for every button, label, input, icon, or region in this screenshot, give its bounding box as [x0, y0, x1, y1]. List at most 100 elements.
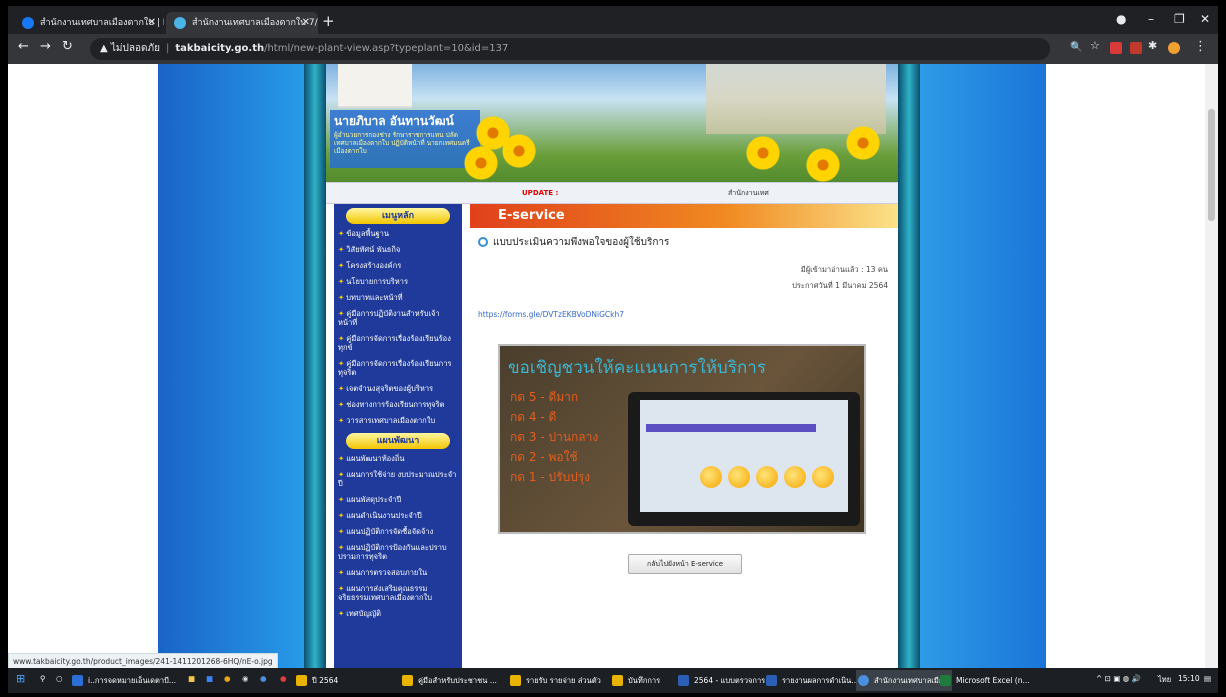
bullet-icon: ✦	[338, 359, 345, 368]
sidebar-item[interactable]: ✦ คู่มือการปฏิบัติงานสำหรับเจ้าหน้าที่	[334, 306, 462, 331]
post-title-row: แบบประเมินความพึงพอใจของผู้ใช้บริการ	[478, 235, 669, 250]
search-icon[interactable]: ⚲	[40, 674, 46, 683]
app-icon[interactable]: ●	[260, 674, 267, 683]
sidebar-item[interactable]: ✦ เจตจำนงสุจริตของผู้บริหาร	[334, 381, 462, 397]
banner-photo	[338, 64, 412, 108]
scrollbar-thumb[interactable]	[1208, 109, 1215, 221]
forward-icon[interactable]: →	[40, 39, 51, 54]
sidebar-item[interactable]: ✦ แผนปฏิบัติการจัดซื้อจัดจ้าง	[334, 524, 462, 540]
banner-temple-image	[706, 64, 886, 134]
tab-title: สำนักงานเทศบาลเมืองตากใบ | Faceb	[40, 18, 164, 28]
minimize-icon[interactable]: –	[1148, 12, 1154, 26]
post-title: แบบประเมินความพึงพอใจของผู้ใช้บริการ	[493, 237, 670, 248]
menu-icon[interactable]: ⋮	[1194, 39, 1207, 54]
taskbar: ⊞ ⚲ ○ i..การจดหมายเอ็นเดตาบี... ■ ■ ● ◉ …	[8, 668, 1218, 693]
sidebar-item[interactable]: ✦ เทศบัญญัติ	[334, 606, 462, 622]
sidebar-item[interactable]: ✦ แผนการใช้จ่าย งบประมาณประจำปี	[334, 467, 462, 492]
zoom-icon[interactable]: 🔍	[1070, 42, 1082, 53]
bullet-icon: ✦	[338, 454, 345, 463]
folder-icon[interactable]: ■	[188, 674, 195, 683]
sidebar-item[interactable]: ✦ วิสัยทัศน์ พันธกิจ	[334, 242, 462, 258]
windows-start-icon[interactable]: ⊞	[16, 672, 25, 685]
language-indicator[interactable]: ไทย	[1158, 674, 1171, 686]
notification-icon[interactable]: ▤	[1204, 674, 1211, 683]
close-tab-icon[interactable]: ✕	[302, 12, 310, 34]
taskbar-item[interactable]: Microsoft Excel (n...	[938, 670, 1038, 691]
sidebar-item[interactable]: ✦ คู่มือการจัดการเรื่องร้องเรียนการทุจริต	[334, 356, 462, 381]
app-icon[interactable]: ●	[224, 674, 231, 683]
app-icon[interactable]: ◉	[242, 674, 249, 683]
close-window-icon[interactable]: ✕	[1200, 12, 1210, 26]
bullet-icon: ✦	[338, 416, 345, 425]
taskbar-item[interactable]: ปี 2564	[294, 670, 374, 691]
divider: |	[165, 43, 170, 54]
taskbar-item[interactable]: คู่มือสำหรับประชาชน ...	[400, 670, 504, 691]
sidebar-item[interactable]: ✦ แผนการส่งเสริมคุณธรรม จริยธรรมเทศบาลเมื…	[334, 581, 462, 606]
extension-icon[interactable]	[1130, 42, 1142, 54]
smiley-icon	[700, 466, 722, 488]
sidebar-item[interactable]: ✦ แผนพัสดุประจำปี	[334, 492, 462, 508]
word-icon	[678, 675, 689, 686]
sidebar-item[interactable]: ✦ บทบาทและหน้าที่	[334, 290, 462, 306]
sidebar-item[interactable]: ✦ แผนดำเนินงานประจำปี	[334, 508, 462, 524]
taskbar-item[interactable]: i..การจดหมายเอ็นเดตาบี...	[70, 670, 182, 691]
scrollbar[interactable]	[1205, 64, 1218, 668]
sidebar-item[interactable]: ✦ แผนการตรวจสอบภายใน	[334, 565, 462, 581]
sidebar-item[interactable]: ✦ คู่มือการจัดการเรื่องร้องเรียนร้องทุกข์	[334, 331, 462, 356]
address-bar[interactable]: ▲ ไม่ปลอดภัย | takbaicity.go.th/html/new-p…	[90, 38, 1050, 60]
taskbar-item[interactable]: บันทึกการ	[610, 670, 672, 691]
smiley-icon	[756, 466, 778, 488]
new-tab-button[interactable]: +	[322, 12, 335, 30]
word-icon	[766, 675, 777, 686]
bullet-icon: ✦	[338, 293, 345, 302]
puzzle-icon[interactable]: ✱	[1148, 39, 1157, 52]
extension-icon[interactable]	[1110, 42, 1122, 54]
security-label: ไม่ปลอดภัย	[110, 43, 160, 54]
tab-facebook[interactable]: สำนักงานเทศบาลเมืองตากใบ | Faceb ✕	[14, 12, 164, 34]
back-to-eservice-button[interactable]: กลับไปยังหน้า E-service	[628, 554, 742, 574]
sidebar-item[interactable]: ✦ แผนพัฒนาท้องถิ่น	[334, 451, 462, 467]
warning-icon: ▲	[100, 43, 111, 54]
facebook-icon	[22, 17, 34, 29]
tab-bar: สำนักงานเทศบาลเมืองตากใบ | Faceb ✕ สำนัก…	[8, 6, 1218, 34]
survey-poster-image[interactable]: ขอเชิญชวนให้คะแนนการให้บริการ กด 5 - ดีม…	[498, 344, 866, 534]
bullet-icon: ✦	[338, 527, 345, 536]
profile-icon[interactable]: ●	[1116, 12, 1126, 26]
right-pillar	[898, 64, 920, 668]
task-view-icon[interactable]: ○	[56, 674, 63, 683]
tab-active[interactable]: สำนักงานเทศบาลเมืองตากใบ 7/55 หมู่ ✕	[166, 12, 318, 34]
avatar[interactable]	[1168, 42, 1180, 54]
form-link[interactable]: https://forms.gle/DVTzEKBVoDNiGCkh7	[478, 310, 624, 319]
bullet-icon: ✦	[338, 584, 345, 593]
tray-icons[interactable]: ^ ⊡ ▣ ◍ 🔊	[1096, 674, 1141, 683]
sidebar-item[interactable]: ✦ ช่องทางการร้องเรียนการทุจริต	[334, 397, 462, 413]
sidebar-item[interactable]: ✦ นโยบายการบริหาร	[334, 274, 462, 290]
bullet-circle-icon	[478, 237, 488, 247]
bullet-icon: ✦	[338, 511, 345, 520]
taskbar-item[interactable]: รายรับ รายจ่าย ส่วนตัว	[508, 670, 606, 691]
clock[interactable]: 15:10	[1178, 674, 1200, 683]
sidebar-heading-plans: แผนพัฒนา	[346, 433, 450, 449]
sidebar-item[interactable]: ✦ แผนปฏิบัติการป้องกันและปราบปรามการทุจริ…	[334, 540, 462, 565]
bullet-icon: ✦	[338, 245, 345, 254]
eservice-header: E-service	[470, 204, 898, 228]
taskbar-item[interactable]: รายงานผลการดำเนิน...	[764, 670, 860, 691]
update-label: UPDATE :	[522, 189, 559, 197]
url-path: /html/new-plant-view.asp?typeplant=10&id…	[264, 43, 509, 54]
bullet-icon: ✦	[338, 309, 345, 318]
sidebar-item[interactable]: ✦ โครงสร้างองค์กร	[334, 258, 462, 274]
poster-line: กด 5 - ดีมาก	[510, 390, 579, 404]
app-icon[interactable]: ●	[280, 674, 287, 683]
mail-icon[interactable]: ■	[206, 674, 213, 683]
back-icon[interactable]: ←	[18, 39, 29, 54]
poster-line: กด 2 - พอใช้	[510, 450, 578, 464]
tablet-image	[628, 392, 860, 526]
site-icon	[174, 17, 186, 29]
reload-icon[interactable]: ↻	[62, 39, 73, 54]
sidebar-item[interactable]: ✦ ข้อมูลพื้นฐาน	[334, 226, 462, 242]
sidebar-item[interactable]: ✦ วารสารเทศบาลเมืองตากใบ	[334, 413, 462, 429]
close-tab-icon[interactable]: ✕	[148, 12, 156, 34]
bullet-icon: ✦	[338, 609, 345, 618]
maximize-icon[interactable]: ❐	[1174, 12, 1185, 26]
bookmark-star-icon[interactable]: ☆	[1090, 39, 1100, 52]
